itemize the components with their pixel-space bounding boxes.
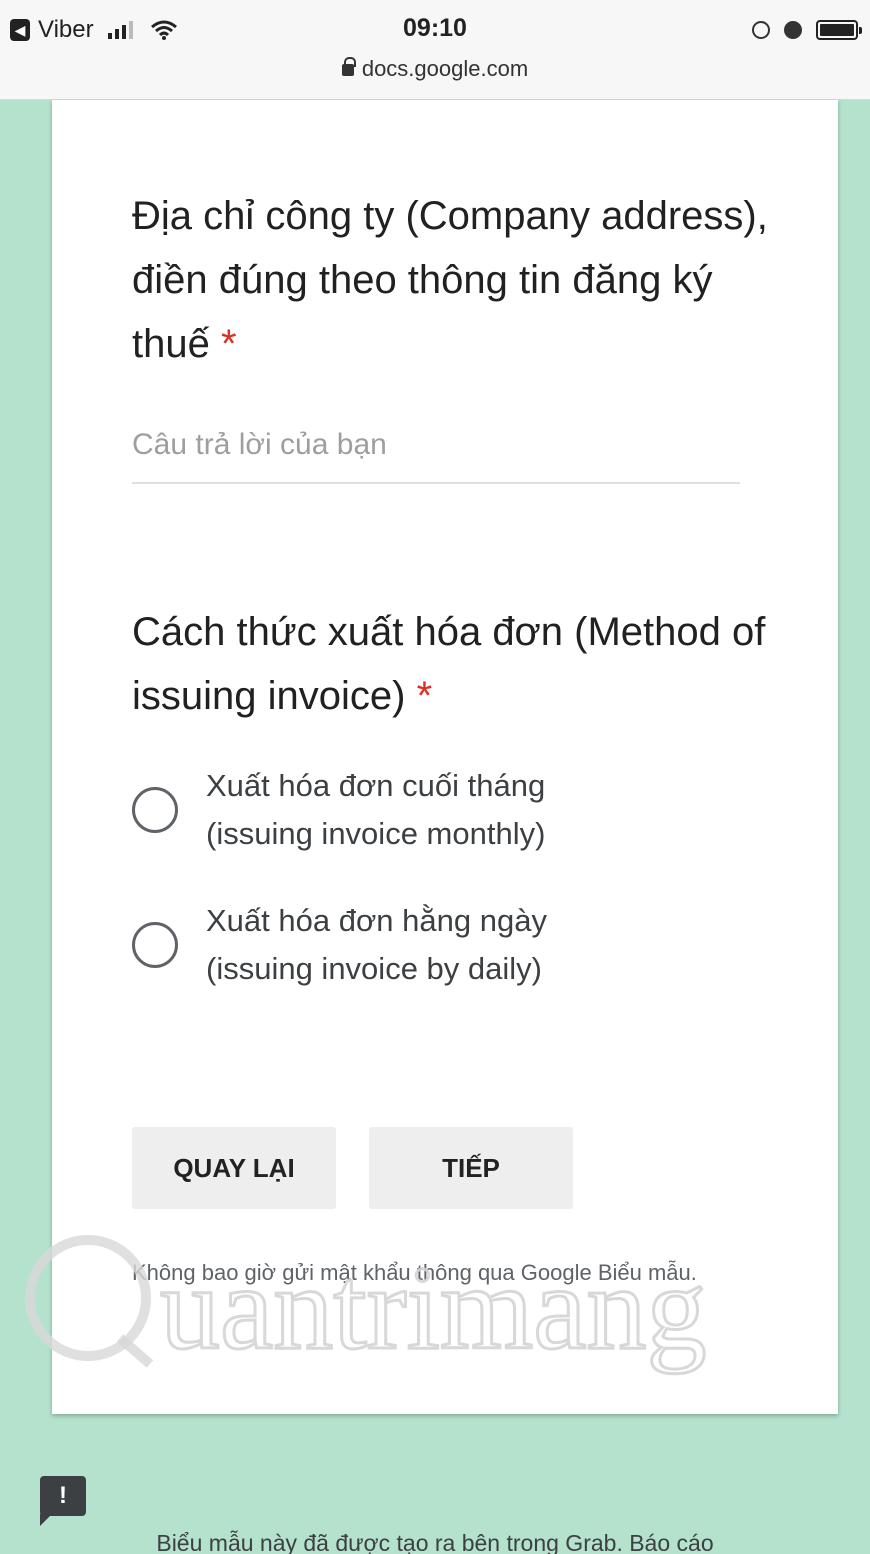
radio-option-daily[interactable]: Xuất hóa đơn hằng ngày (issuing invoice … <box>132 895 732 995</box>
footer-text: Biểu mẫu này đã được tạo ra bên trong Gr… <box>156 1530 714 1554</box>
form-card: Địa chỉ công ty (Company address), điền … <box>52 100 838 1414</box>
battery-icon <box>816 20 862 40</box>
status-bar: ◀ Viber 09:10 docs.google.com <box>0 0 870 100</box>
radio-option-monthly[interactable]: Xuất hóa đơn cuối tháng (issuing invoice… <box>132 760 732 860</box>
radio-button[interactable] <box>132 787 178 833</box>
option-label-line2: (issuing invoice monthly) <box>206 816 546 851</box>
password-disclaimer: Không bao giờ gửi mật khẩu thông qua Goo… <box>132 1260 697 1285</box>
next-button[interactable]: TIẾP <box>369 1127 573 1209</box>
address-bar[interactable]: docs.google.com <box>0 56 870 82</box>
orientation-lock-icon <box>752 21 770 39</box>
question-title-text: Cách thức xuất hóa đơn (Method of issuin… <box>132 610 766 718</box>
option-label-line2: (issuing invoice by daily) <box>206 951 542 986</box>
url-text: docs.google.com <box>361 56 529 81</box>
required-asterisk: * <box>220 322 237 366</box>
question-invoice-method-title: Cách thức xuất hóa đơn (Method of issuin… <box>132 600 792 728</box>
option-label-line1: Xuất hóa đơn cuối tháng <box>206 768 546 803</box>
lock-icon <box>341 57 356 76</box>
company-address-input[interactable] <box>132 418 740 484</box>
back-button[interactable]: QUAY LẠI <box>132 1127 336 1209</box>
report-abuse-icon[interactable]: ! <box>40 1476 86 1526</box>
radio-option-label[interactable]: Xuất hóa đơn cuối tháng (issuing invoice… <box>206 762 545 858</box>
radio-button[interactable] <box>132 922 178 968</box>
required-asterisk: * <box>416 674 433 718</box>
status-right <box>752 20 862 40</box>
alarm-icon <box>784 21 802 39</box>
radio-option-label[interactable]: Xuất hóa đơn hằng ngày (issuing invoice … <box>206 897 547 993</box>
option-label-line1: Xuất hóa đơn hằng ngày <box>206 903 547 938</box>
question-company-address-title: Địa chỉ công ty (Company address), điền … <box>132 184 772 376</box>
clock: 09:10 <box>403 14 467 42</box>
